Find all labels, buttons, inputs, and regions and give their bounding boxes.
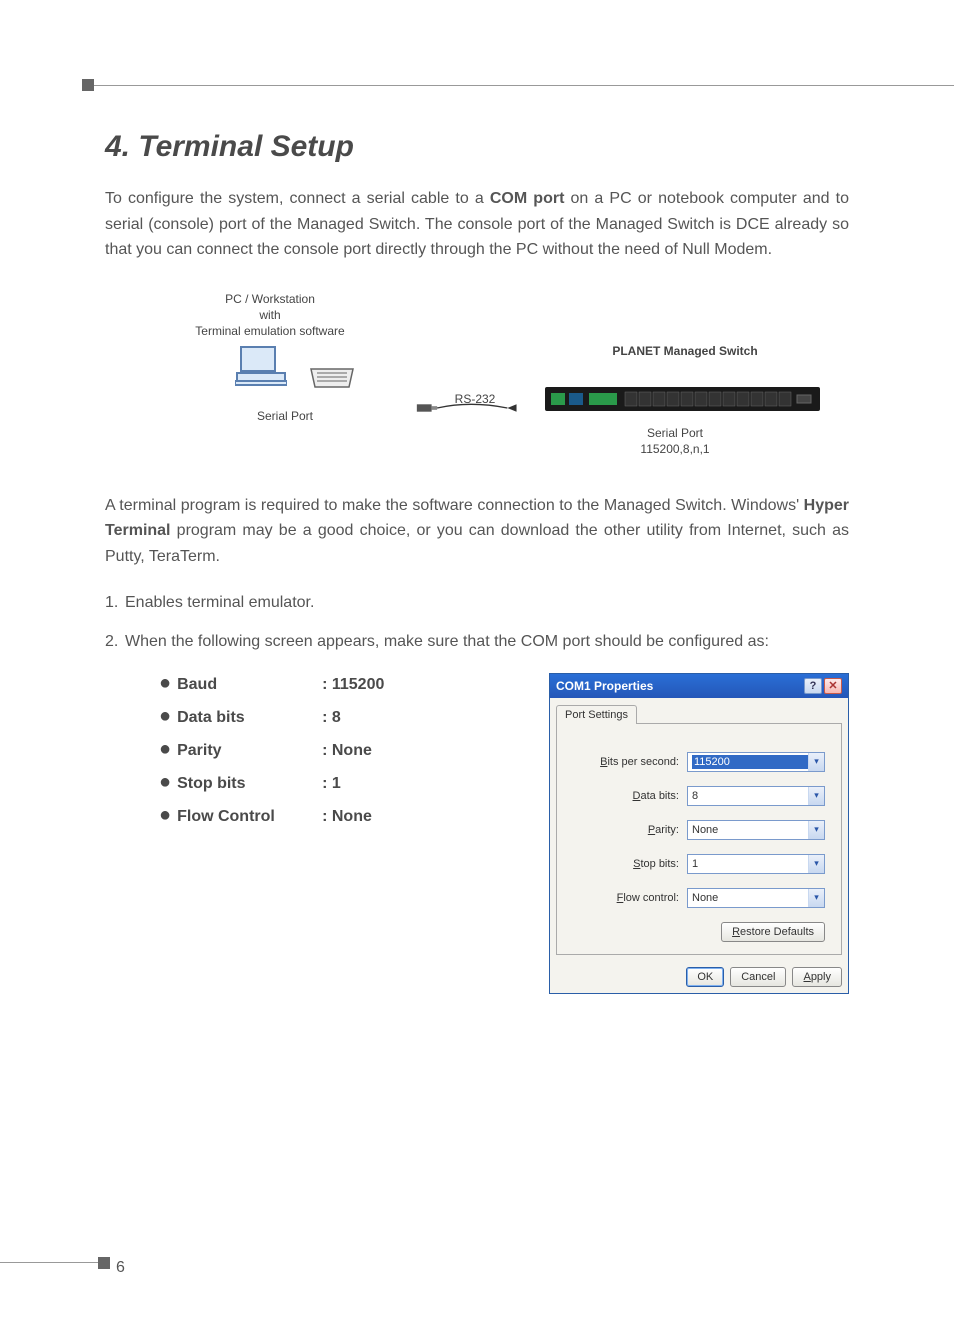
pc-label: PC / WorkstationwithTerminal emulation s…	[170, 291, 370, 340]
intro-paragraph: To configure the system, connect a seria…	[105, 186, 849, 263]
data-bits-select[interactable]: 8 ▾	[687, 786, 825, 806]
switch-label: PLANET Managed Switch	[575, 343, 795, 359]
serial-port-icon	[305, 363, 359, 399]
serial-port-left-label: Serial Port	[225, 408, 345, 424]
ok-button[interactable]: OK	[686, 967, 724, 987]
label-data-bits: Data bits:	[633, 790, 679, 802]
step-2: 2.When the following screen appears, mak…	[105, 629, 849, 655]
bits-per-second-select[interactable]: 115200 ▾	[687, 752, 825, 772]
label-parity: Parity:	[648, 824, 679, 836]
page-number: 6	[116, 1259, 125, 1277]
chevron-down-icon: ▾	[808, 889, 824, 907]
apply-button[interactable]: Apply	[792, 967, 842, 987]
close-button[interactable]: ✕	[824, 678, 842, 694]
setting-baud: ●Baud: 115200	[159, 673, 384, 694]
label-bits-per-second: Bits per second:	[600, 756, 679, 768]
setting-parity: ●Parity: None	[159, 739, 384, 760]
help-button[interactable]: ?	[804, 678, 822, 694]
switch-icon	[545, 383, 820, 419]
step-1: 1.Enables terminal emulator.	[105, 590, 849, 616]
setting-data-bits: ●Data bits: 8	[159, 706, 384, 727]
serial-port-right-label: Serial Port115200,8,n,1	[585, 425, 765, 457]
label-flow-control: Flow control:	[617, 892, 679, 904]
section-title: 4. Terminal Setup	[105, 130, 849, 164]
setting-flow-control: ●Flow Control: None	[159, 805, 384, 826]
restore-defaults-button[interactable]: Restore Defaults	[721, 922, 825, 942]
pc-icon	[235, 343, 287, 395]
cancel-button[interactable]: Cancel	[730, 967, 786, 987]
label-stop-bits: Stop bits:	[633, 858, 679, 870]
chevron-down-icon: ▾	[808, 855, 824, 873]
rs232-cable-icon	[415, 398, 535, 418]
chevron-down-icon: ▾	[808, 821, 824, 839]
chevron-down-icon: ▾	[808, 787, 824, 805]
dialog-titlebar[interactable]: COM1 Properties ? ✕	[550, 674, 848, 698]
terminal-program-paragraph: A terminal program is required to make t…	[105, 493, 849, 570]
parity-select[interactable]: None ▾	[687, 820, 825, 840]
com1-properties-dialog: COM1 Properties ? ✕ Port Settings Bits p…	[549, 673, 849, 994]
chevron-down-icon: ▾	[808, 753, 824, 771]
tab-port-settings[interactable]: Port Settings	[556, 705, 637, 724]
connection-diagram: PC / WorkstationwithTerminal emulation s…	[105, 283, 849, 468]
flow-control-select[interactable]: None ▾	[687, 888, 825, 908]
setting-stop-bits: ●Stop bits: 1	[159, 772, 384, 793]
dialog-title-text: COM1 Properties	[556, 679, 802, 693]
stop-bits-select[interactable]: 1 ▾	[687, 854, 825, 874]
settings-list: ●Baud: 115200 ●Data bits: 8 ●Parity: Non…	[159, 673, 384, 994]
